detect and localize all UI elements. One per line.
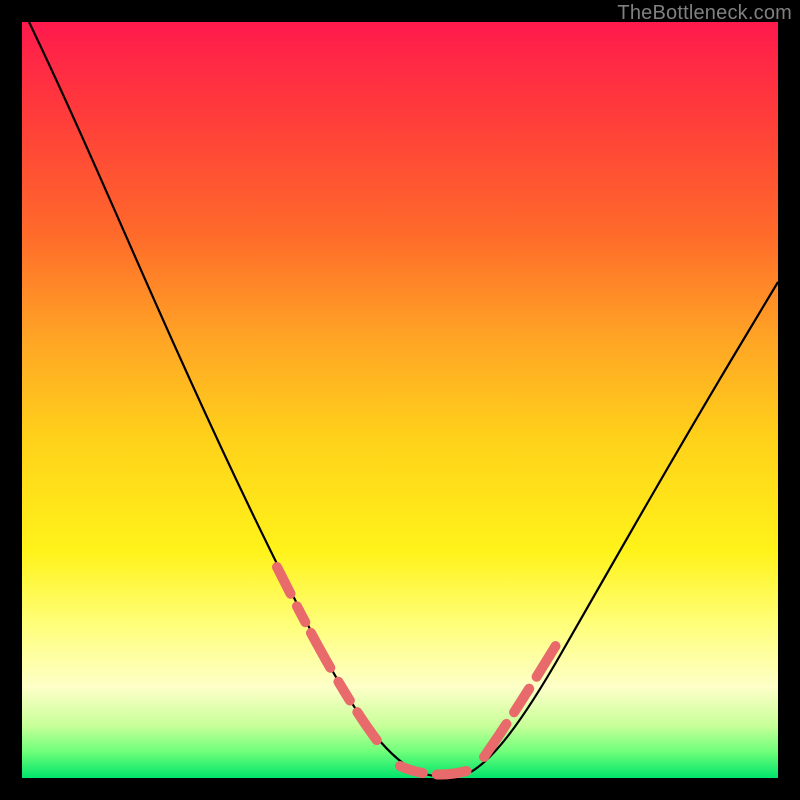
watermark-text: TheBottleneck.com xyxy=(617,2,792,25)
highlight-left xyxy=(277,567,382,747)
plot-area xyxy=(22,22,778,778)
main-curve xyxy=(29,22,778,777)
curve-layer xyxy=(22,22,778,778)
chart-frame: TheBottleneck.com xyxy=(0,0,800,800)
highlight-valley xyxy=(400,766,470,775)
highlight-right xyxy=(484,627,567,757)
